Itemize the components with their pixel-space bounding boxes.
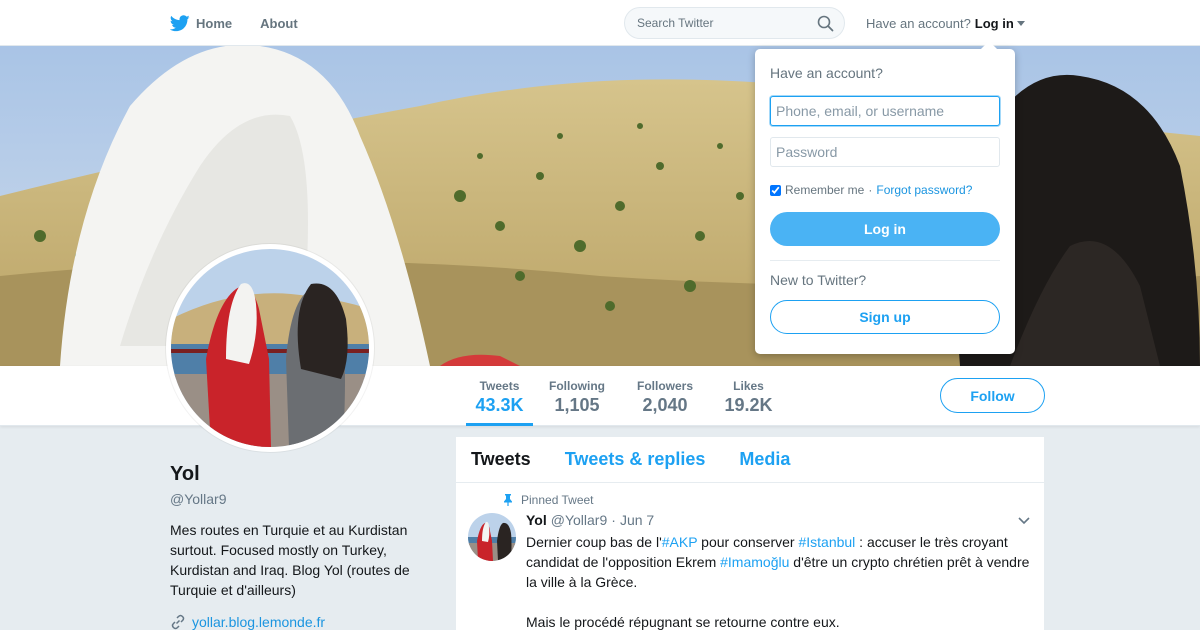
profile-name: Yol: [170, 463, 200, 485]
follow-button[interactable]: Follow: [940, 378, 1045, 413]
tweet-separator: ·: [611, 512, 616, 528]
remember-separator: ·: [868, 183, 873, 197]
tweet-text: Dernier coup bas de l'#AKP pour conserve…: [526, 532, 1036, 630]
search-box: [624, 7, 845, 39]
about-nav-item[interactable]: About: [260, 16, 298, 31]
tweet-paragraph-1: Dernier coup bas de l'#AKP pour conserve…: [526, 532, 1036, 592]
hashtag-akp[interactable]: #AKP: [662, 534, 698, 550]
home-label: Home: [196, 15, 233, 31]
have-account-text: Have an account?: [866, 15, 971, 31]
stat-followers-label: Followers: [636, 379, 693, 393]
stat-followers-value: 2,040: [642, 395, 688, 415]
signup-button[interactable]: Sign up: [770, 300, 1000, 334]
chevron-down-icon[interactable]: [1018, 517, 1030, 525]
stat-following[interactable]: Following 1,105: [546, 366, 608, 426]
login-dropdown: Have an account? Remember me · Forgot pa…: [755, 41, 1015, 354]
profile-handle: @Yollar9: [170, 491, 227, 507]
tweet-avatar-image: [468, 513, 516, 561]
pin-icon: [504, 494, 512, 506]
nav-left: Home About: [170, 0, 298, 46]
login-button[interactable]: Log in: [770, 212, 1000, 246]
remember-row: Remember me · Forgot password?: [770, 183, 972, 197]
search-input[interactable]: [625, 8, 805, 38]
stat-tweets[interactable]: Tweets 43.3K: [466, 366, 533, 426]
avatar-image: [171, 249, 369, 447]
new-to-twitter-label: New to Twitter?: [770, 272, 867, 288]
stat-following-value: 1,105: [554, 395, 600, 415]
about-label: About: [260, 15, 298, 31]
stat-tweets-value: 43.3K: [475, 395, 524, 415]
profile-avatar[interactable]: [166, 244, 374, 452]
timeline: Tweets Tweets & replies Media Pinned Twe…: [456, 437, 1044, 630]
tweet-paragraph-2: Mais le procédé répugnant se retourne co…: [526, 614, 840, 630]
twitter-bird-icon: [170, 14, 190, 31]
timeline-tabs: Tweets Tweets & replies Media: [456, 437, 1044, 483]
caret-down-icon: [1016, 20, 1025, 26]
profile-website[interactable]: yollar.blog.lemonde.fr: [170, 614, 325, 630]
tab-tweets[interactable]: Tweets: [471, 449, 531, 470]
profile-bio: Mes routes en Turquie et au Kurdistan su…: [170, 522, 410, 598]
login-dropdown-toggle[interactable]: Log in: [975, 16, 1025, 31]
profile-website-link[interactable]: yollar.blog.lemonde.fr: [192, 614, 325, 630]
search-icon[interactable]: [817, 15, 834, 32]
tweet-text-2: pour conserver: [697, 534, 799, 550]
tweet-author-handle[interactable]: @Yollar9: [551, 512, 608, 528]
top-navigation: Home About Have an account? Log in: [0, 0, 1200, 46]
stat-likes-value: 19.2K: [724, 395, 773, 415]
stat-followers[interactable]: Followers 2,040: [634, 366, 696, 426]
tweet-avatar[interactable]: [468, 513, 516, 561]
tweet-date[interactable]: Jun 7: [620, 512, 654, 528]
stat-following-label: Following: [549, 379, 605, 393]
forgot-password-link[interactable]: Forgot password?: [876, 183, 972, 197]
stat-likes-label: Likes: [733, 379, 764, 393]
tweet-author-name[interactable]: Yol: [526, 512, 547, 528]
pinned-tweet[interactable]: Pinned Tweet Yol @Yollar9 · Jun 7 Dernie…: [456, 483, 1044, 630]
tab-media[interactable]: Media: [739, 449, 790, 470]
password-field[interactable]: [770, 137, 1000, 167]
tweet-text-1: Dernier coup bas de l': [526, 534, 662, 550]
link-icon: [171, 614, 185, 630]
username-field[interactable]: [770, 96, 1000, 126]
home-nav-item[interactable]: Home: [170, 14, 233, 32]
dropdown-divider: [770, 260, 1000, 261]
pinned-label: Pinned Tweet: [521, 493, 594, 507]
tweet-header: Yol @Yollar9 · Jun 7: [526, 512, 654, 528]
account-area: Have an account? Log in: [866, 0, 1025, 46]
pinned-indicator: Pinned Tweet: [503, 493, 594, 507]
tab-tweets-and-replies[interactable]: Tweets & replies: [565, 449, 706, 470]
hashtag-imamoglu[interactable]: #Imamoğlu: [720, 554, 789, 570]
stat-tweets-label: Tweets: [479, 379, 520, 393]
remember-me-checkbox[interactable]: [770, 184, 781, 196]
stat-likes[interactable]: Likes 19.2K: [721, 366, 776, 426]
remember-me-label[interactable]: Remember me: [785, 183, 864, 197]
login-label: Log in: [974, 15, 1014, 31]
hashtag-istanbul[interactable]: #Istanbul: [798, 534, 855, 550]
login-dropdown-title: Have an account?: [770, 65, 883, 81]
